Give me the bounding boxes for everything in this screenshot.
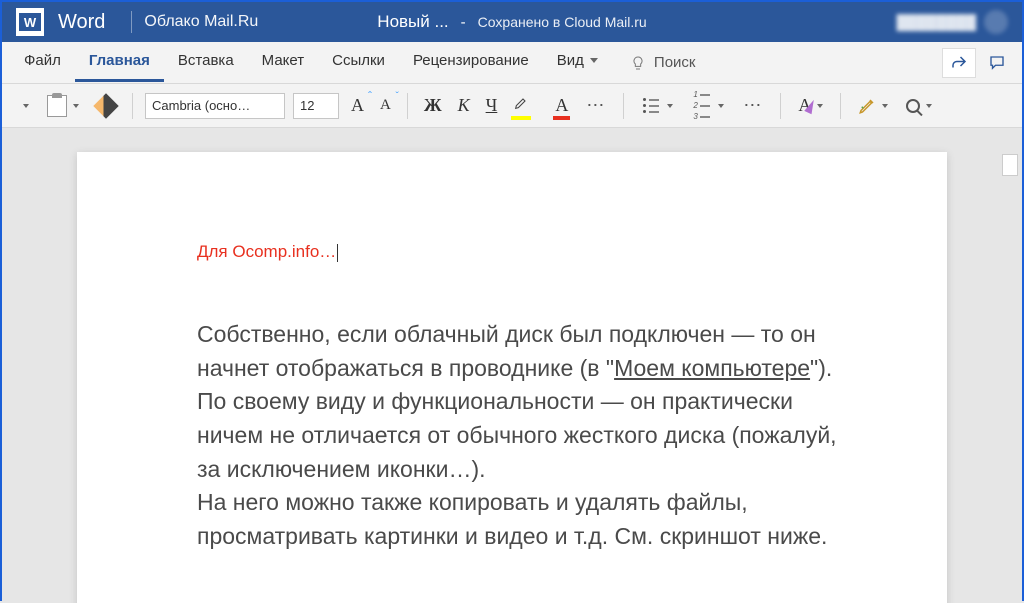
brush-icon xyxy=(93,93,118,118)
find-button[interactable] xyxy=(901,96,937,116)
highlight-color-swatch xyxy=(511,116,531,120)
bold-button[interactable]: Ж xyxy=(420,93,446,118)
separator xyxy=(131,11,132,33)
chevron-down-icon xyxy=(73,104,79,108)
bullet-list-button[interactable] xyxy=(636,93,678,118)
tab-review[interactable]: Рецензирование xyxy=(399,44,543,82)
font-color-button[interactable]: A xyxy=(551,93,572,118)
divider xyxy=(840,93,841,119)
cloud-location[interactable]: Облако Mail.Ru xyxy=(144,13,258,31)
text-cursor xyxy=(337,244,338,262)
numbered-list-icon: 123 xyxy=(691,89,712,123)
clipboard-icon xyxy=(47,95,67,117)
grow-arrow-icon: ˆ xyxy=(368,89,372,103)
avatar-icon xyxy=(984,10,1008,34)
scrollbar-thumb[interactable] xyxy=(1002,154,1018,176)
bullet-list-icon xyxy=(641,96,661,115)
chevron-down-icon xyxy=(926,104,932,108)
document-header-line[interactable]: Для Ocomp.info… xyxy=(197,242,837,262)
font-name-select[interactable]: Cambria (осно… xyxy=(145,93,285,119)
chevron-down-icon xyxy=(882,104,888,108)
tab-view-label: Вид xyxy=(557,52,584,69)
divider xyxy=(623,93,624,119)
chevron-down-icon xyxy=(718,104,724,108)
font-name-value: Cambria (осно… xyxy=(152,98,250,113)
chevron-down-icon xyxy=(590,58,598,63)
magnifier-icon xyxy=(906,99,920,113)
tell-me-search[interactable]: Поиск xyxy=(630,54,696,71)
font-size-value: 12 xyxy=(300,98,314,113)
tab-file[interactable]: Файл xyxy=(10,44,75,82)
body-text-2: На него можно также копировать и удалять… xyxy=(197,489,827,549)
comment-icon xyxy=(988,54,1006,72)
chevron-down-icon xyxy=(23,104,29,108)
save-status: Сохранено в Cloud Mail.ru xyxy=(478,14,647,30)
divider xyxy=(407,93,408,119)
share-icon xyxy=(950,54,968,72)
pencil-check-icon xyxy=(858,97,876,115)
italic-button[interactable]: К xyxy=(454,93,474,118)
more-font-button[interactable]: ⋯ xyxy=(580,93,611,118)
shrink-font-button[interactable]: Aˇ xyxy=(376,95,395,116)
underline-button[interactable]: Ч xyxy=(482,93,502,118)
dash: - xyxy=(461,14,466,31)
user-name-label: ████████ xyxy=(897,14,976,30)
highlight-button[interactable] xyxy=(509,93,533,118)
chevron-down-icon xyxy=(667,104,673,108)
tab-layout[interactable]: Макет xyxy=(248,44,318,82)
title-bar: W Word Облако Mail.Ru Новый ... - Сохран… xyxy=(2,2,1022,42)
svg-text:W: W xyxy=(24,15,37,30)
share-button[interactable] xyxy=(942,48,976,78)
clear-style-button[interactable]: A xyxy=(793,92,828,119)
user-account[interactable]: ████████ xyxy=(897,10,1008,34)
menu-tabs: Файл Главная Вставка Макет Ссылки Реценз… xyxy=(2,42,1022,84)
divider xyxy=(780,93,781,119)
divider xyxy=(132,93,133,119)
tab-home[interactable]: Главная xyxy=(75,44,164,82)
more-paragraph-button[interactable]: ⋯ xyxy=(737,93,768,118)
tab-references[interactable]: Ссылки xyxy=(318,44,399,82)
lightbulb-icon xyxy=(630,55,646,71)
document-canvas[interactable]: Для Ocomp.info… Собственно, если облачны… xyxy=(2,128,1022,603)
shrink-arrow-icon: ˇ xyxy=(396,91,399,102)
search-label: Поиск xyxy=(654,54,696,71)
numbered-list-button[interactable]: 123 xyxy=(686,86,729,126)
font-color-swatch xyxy=(553,116,570,120)
highlighter-icon xyxy=(513,95,529,111)
comments-button[interactable] xyxy=(980,48,1014,78)
font-size-select[interactable]: 12 xyxy=(293,93,339,119)
word-app-icon: W xyxy=(16,8,44,36)
paste-button[interactable] xyxy=(42,92,84,120)
chevron-down-icon xyxy=(817,104,823,108)
tab-view[interactable]: Вид xyxy=(543,44,612,82)
document-page[interactable]: Для Ocomp.info… Собственно, если облачны… xyxy=(77,152,947,603)
header-text: Для Ocomp.info… xyxy=(197,242,336,261)
body-link-text: Моем компьютере xyxy=(614,355,810,381)
grow-font-button[interactable]: Aˆ xyxy=(347,93,368,118)
app-name: Word xyxy=(58,11,105,34)
document-body[interactable]: Собственно, если облачный диск был подкл… xyxy=(197,318,837,554)
editor-button[interactable] xyxy=(853,94,893,118)
tab-insert[interactable]: Вставка xyxy=(164,44,248,82)
undo-button[interactable] xyxy=(12,101,34,111)
ribbon-toolbar: Cambria (осно… 12 Aˆ Aˇ Ж К Ч A ⋯ 123 ⋯ … xyxy=(2,84,1022,128)
format-painter-button[interactable] xyxy=(92,94,120,118)
document-title[interactable]: Новый ... xyxy=(377,12,448,32)
